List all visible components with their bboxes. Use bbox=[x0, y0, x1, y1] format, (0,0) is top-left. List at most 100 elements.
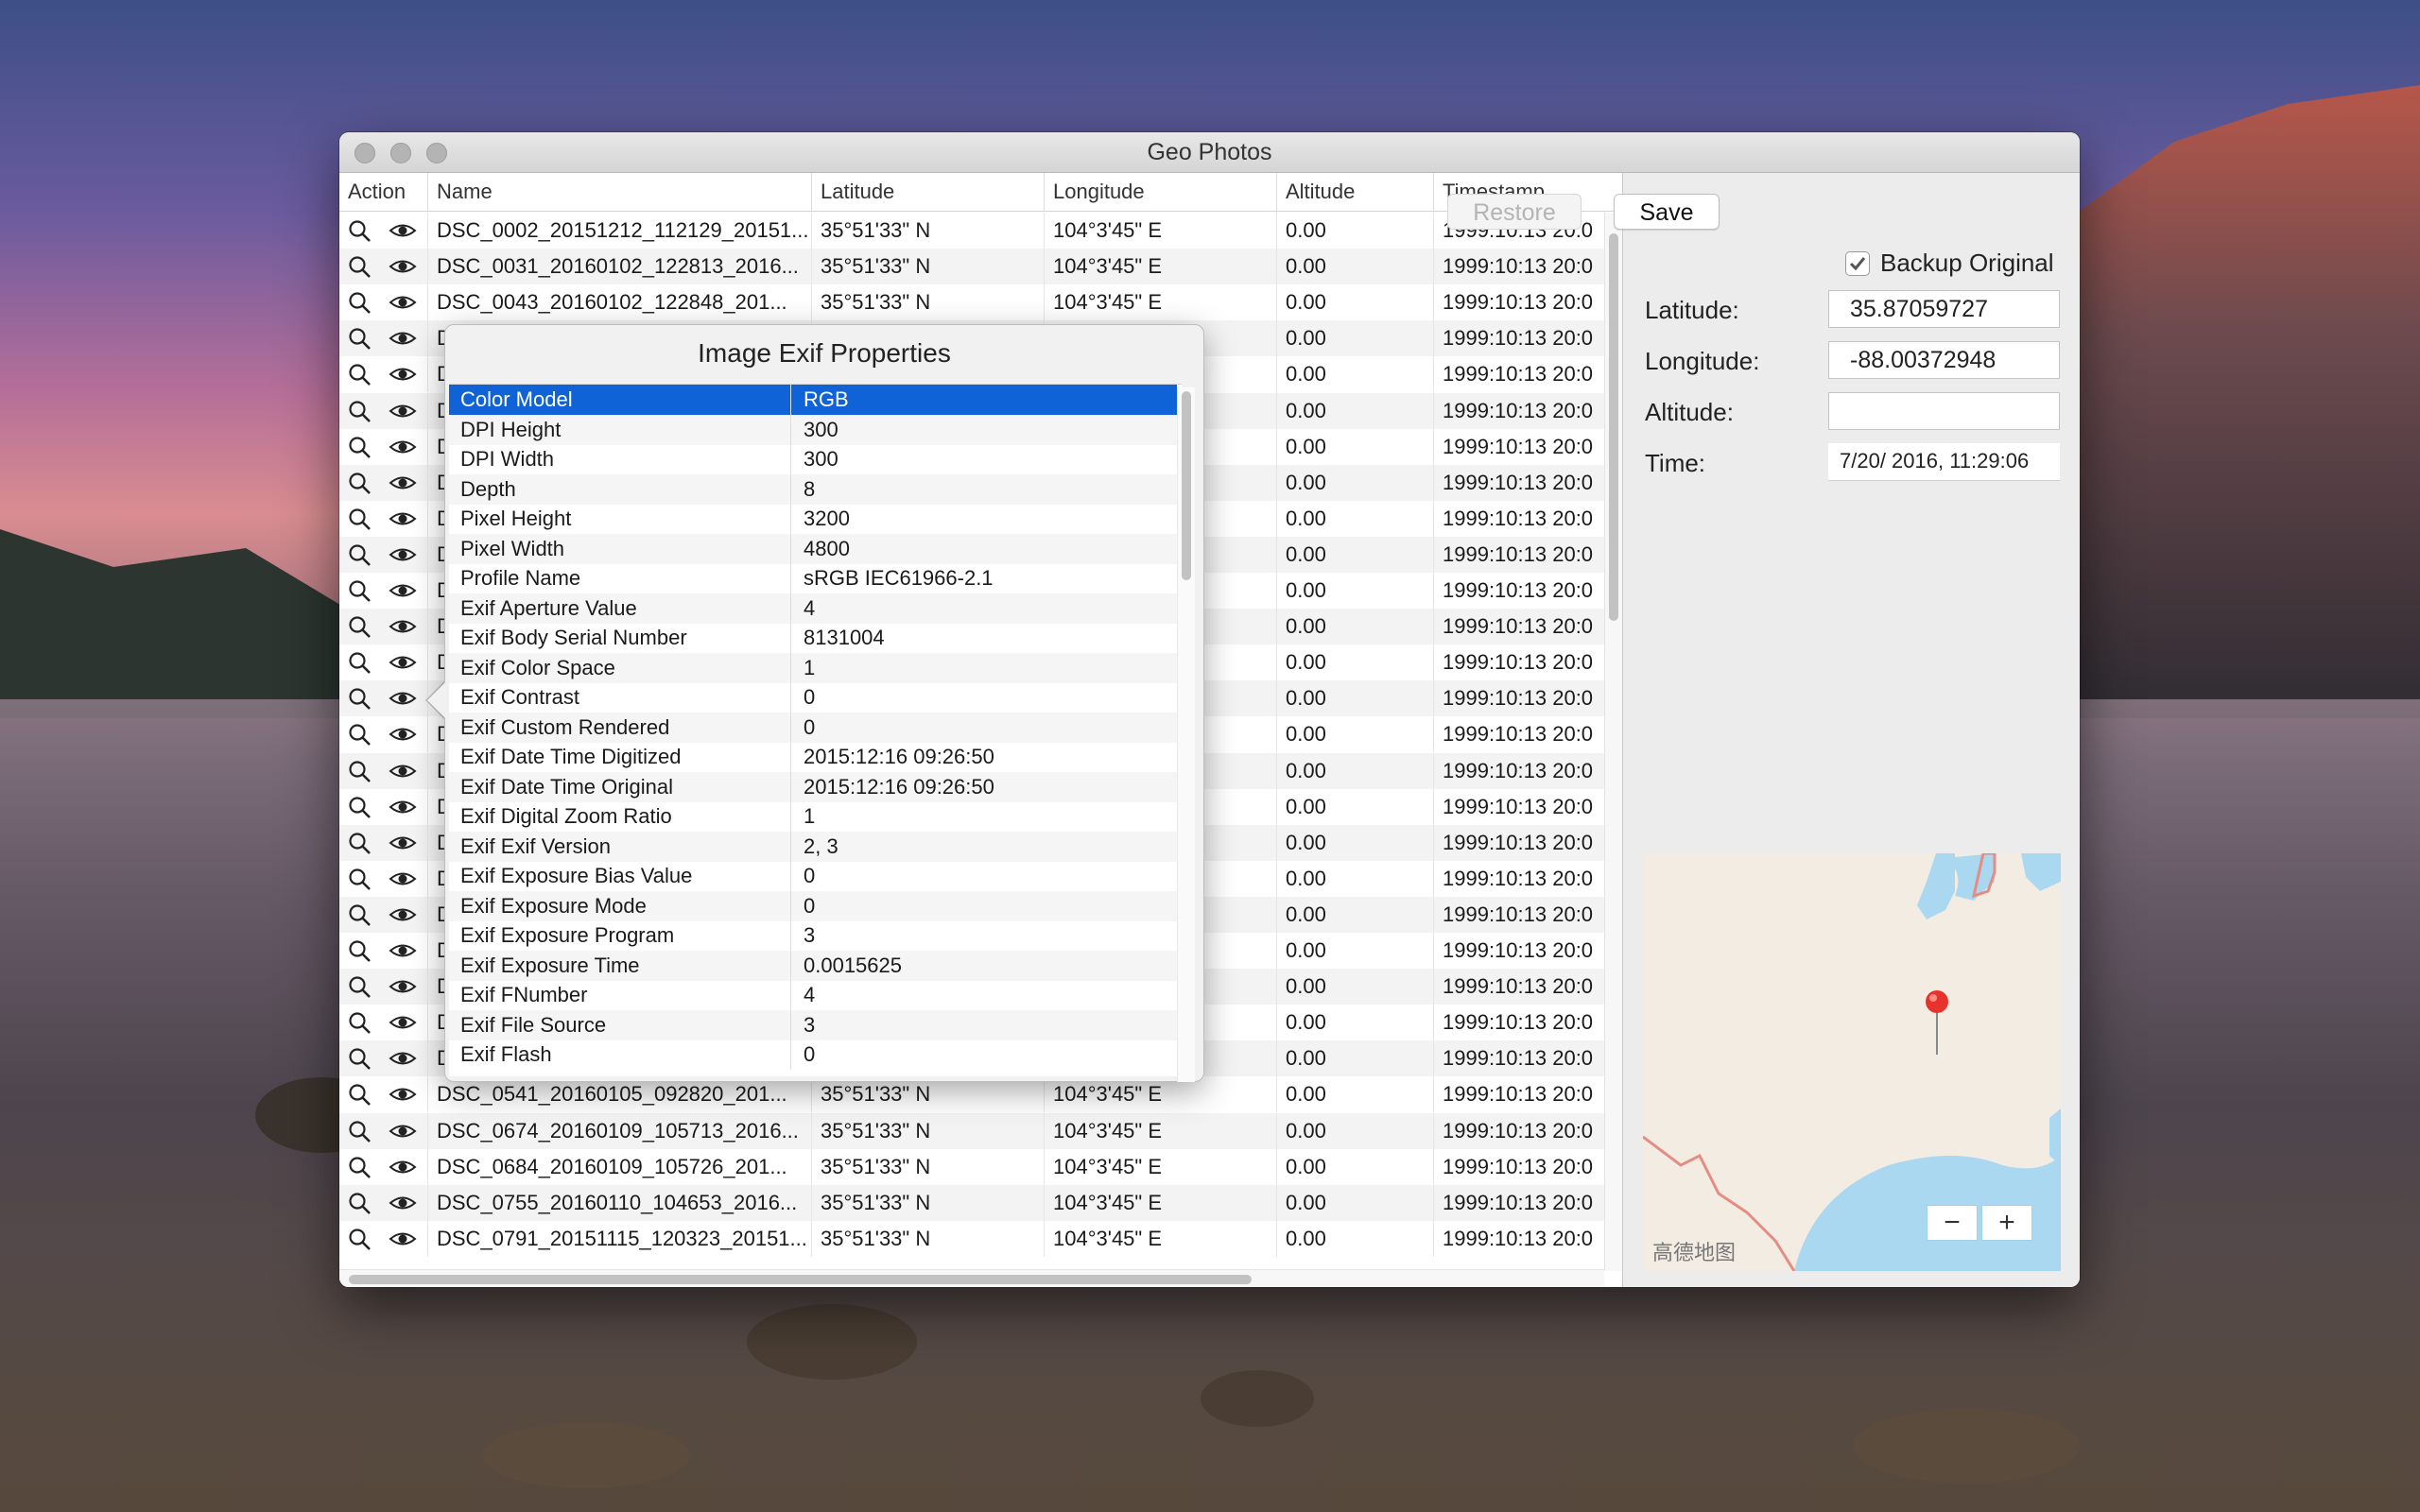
exif-row[interactable]: Exif Exposure Mode 0 bbox=[449, 890, 1177, 921]
scroll-thumb[interactable] bbox=[1182, 391, 1191, 580]
column-header-latitude[interactable]: Latitude bbox=[811, 173, 1044, 211]
search-icon[interactable] bbox=[348, 760, 372, 784]
exif-row[interactable]: Pixel Height 3200 bbox=[449, 504, 1177, 534]
eye-icon[interactable] bbox=[389, 544, 417, 565]
latitude-field[interactable]: 35.87059727 bbox=[1828, 290, 2060, 328]
table-row[interactable]: DSC_0791_20151115_120323_20151... 35°51'3… bbox=[339, 1220, 1606, 1257]
eye-icon[interactable] bbox=[389, 580, 417, 601]
search-icon[interactable] bbox=[348, 363, 372, 387]
search-icon[interactable] bbox=[348, 1011, 372, 1036]
exif-row[interactable]: Pixel Width 4800 bbox=[449, 533, 1177, 564]
table-row[interactable]: DSC_0674_20160109_105713_2016... 35°51'33… bbox=[339, 1112, 1606, 1149]
eye-icon[interactable] bbox=[389, 761, 417, 782]
search-icon[interactable] bbox=[348, 939, 372, 964]
search-icon[interactable] bbox=[348, 615, 372, 640]
exif-row[interactable]: Depth 8 bbox=[449, 473, 1177, 505]
eye-icon[interactable] bbox=[389, 868, 417, 889]
search-icon[interactable] bbox=[348, 723, 372, 747]
exif-row[interactable]: Exif Date Time Original 2015:12:16 09:26:… bbox=[449, 771, 1177, 802]
search-icon[interactable] bbox=[348, 1156, 372, 1180]
eye-icon[interactable] bbox=[389, 940, 417, 961]
eye-icon[interactable] bbox=[389, 1228, 417, 1249]
table-row[interactable]: DSC_0684_20160109_105726_201... 35°51'33"… bbox=[339, 1148, 1606, 1185]
eye-icon[interactable] bbox=[389, 472, 417, 493]
search-icon[interactable] bbox=[348, 687, 372, 712]
exif-row[interactable]: Exif Color Space 1 bbox=[449, 652, 1177, 683]
time-date-picker[interactable]: 7/20/ 2016, 11:29:06 bbox=[1828, 443, 2060, 481]
search-icon[interactable] bbox=[348, 832, 372, 856]
exif-row[interactable]: Exif Exposure Program 3 bbox=[449, 920, 1177, 951]
search-icon[interactable] bbox=[348, 507, 372, 532]
eye-icon[interactable] bbox=[389, 401, 417, 421]
search-icon[interactable] bbox=[348, 400, 372, 424]
search-icon[interactable] bbox=[348, 868, 372, 892]
table-row[interactable]: DSC_0043_20160102_122848_201... 35°51'33"… bbox=[339, 284, 1606, 321]
search-icon[interactable] bbox=[348, 543, 372, 568]
exif-row[interactable]: Exif Date Time Digitized 2015:12:16 09:26… bbox=[449, 742, 1177, 772]
eye-icon[interactable] bbox=[389, 976, 417, 997]
column-header-action[interactable]: Action bbox=[339, 173, 427, 211]
exif-row-selected[interactable]: Color Model RGB bbox=[449, 385, 1177, 415]
eye-icon[interactable] bbox=[389, 652, 417, 673]
eye-icon[interactable] bbox=[389, 797, 417, 817]
exif-row[interactable]: Exif File Source 3 bbox=[449, 1009, 1177, 1040]
search-icon[interactable] bbox=[348, 1192, 372, 1216]
search-icon[interactable] bbox=[348, 291, 372, 316]
search-icon[interactable] bbox=[348, 651, 372, 676]
search-icon[interactable] bbox=[348, 975, 372, 1000]
table-row[interactable]: DSC_0755_20160110_104653_2016... 35°51'33… bbox=[339, 1184, 1606, 1221]
exif-row[interactable]: Exif Aperture Value 4 bbox=[449, 593, 1177, 624]
search-icon[interactable] bbox=[348, 436, 372, 460]
search-icon[interactable] bbox=[348, 1120, 372, 1144]
scroll-thumb[interactable] bbox=[349, 1275, 1252, 1284]
exif-row[interactable]: Exif Contrast 0 bbox=[449, 682, 1177, 713]
eye-icon[interactable] bbox=[389, 688, 417, 709]
exif-row[interactable]: Exif FNumber 4 bbox=[449, 980, 1177, 1010]
exif-row[interactable]: Exif Exif Version 2, 3 bbox=[449, 831, 1177, 862]
eye-icon[interactable] bbox=[389, 1084, 417, 1105]
exif-row[interactable]: Exif Flash 0 bbox=[449, 1040, 1177, 1070]
search-icon[interactable] bbox=[348, 796, 372, 820]
exif-row[interactable]: Exif Digital Zoom Ratio 1 bbox=[449, 801, 1177, 832]
eye-icon[interactable] bbox=[389, 1012, 417, 1033]
eye-icon[interactable] bbox=[389, 724, 417, 745]
table-vertical-scrollbar[interactable] bbox=[1604, 213, 1622, 1271]
table-row[interactable]: DSC_0002_20151212_112129_20151... 35°51'3… bbox=[339, 213, 1606, 249]
eye-icon[interactable] bbox=[389, 508, 417, 529]
eye-icon[interactable] bbox=[389, 292, 417, 313]
eye-icon[interactable] bbox=[389, 256, 417, 277]
search-icon[interactable] bbox=[348, 1083, 372, 1108]
exif-table-scrollbar[interactable] bbox=[1177, 387, 1195, 1082]
exif-row[interactable]: Exif Exposure Bias Value 0 bbox=[449, 861, 1177, 891]
save-button[interactable]: Save bbox=[1614, 194, 1720, 230]
column-header-longitude[interactable]: Longitude bbox=[1044, 173, 1276, 211]
eye-icon[interactable] bbox=[389, 1157, 417, 1177]
eye-icon[interactable] bbox=[389, 364, 417, 385]
altitude-field[interactable] bbox=[1828, 392, 2060, 430]
search-icon[interactable] bbox=[348, 903, 372, 928]
eye-icon[interactable] bbox=[389, 328, 417, 349]
eye-icon[interactable] bbox=[389, 616, 417, 637]
eye-icon[interactable] bbox=[389, 1048, 417, 1069]
table-row[interactable]: DSC_0031_20160102_122813_2016... 35°51'33… bbox=[339, 249, 1606, 285]
exif-row[interactable]: Exif Custom Rendered 0 bbox=[449, 712, 1177, 743]
exif-row[interactable]: DPI Width 300 bbox=[449, 444, 1177, 474]
exif-row[interactable]: Exif Exposure Time 0.0015625 bbox=[449, 950, 1177, 981]
scroll-thumb[interactable] bbox=[1609, 233, 1618, 621]
search-icon[interactable] bbox=[348, 1228, 372, 1252]
search-icon[interactable] bbox=[348, 219, 372, 244]
eye-icon[interactable] bbox=[389, 220, 417, 241]
backup-original-checkbox[interactable] bbox=[1845, 251, 1870, 276]
eye-icon[interactable] bbox=[389, 833, 417, 853]
table-row[interactable]: DSC_0541_20160105_092820_201... 35°51'33"… bbox=[339, 1076, 1606, 1113]
eye-icon[interactable] bbox=[389, 437, 417, 457]
exif-row[interactable]: Profile Name sRGB IEC61966-2.1 bbox=[449, 563, 1177, 593]
search-icon[interactable] bbox=[348, 327, 372, 352]
map-view[interactable]: 高德地图 − + bbox=[1643, 853, 2061, 1271]
exif-row[interactable]: Exif Body Serial Number 8131004 bbox=[449, 623, 1177, 653]
table-horizontal-scrollbar[interactable] bbox=[339, 1269, 1604, 1287]
eye-icon[interactable] bbox=[389, 1193, 417, 1213]
zoom-in-button[interactable]: + bbox=[1981, 1205, 2032, 1241]
search-icon[interactable] bbox=[348, 255, 372, 280]
longitude-field[interactable]: -88.00372948 bbox=[1828, 341, 2060, 379]
